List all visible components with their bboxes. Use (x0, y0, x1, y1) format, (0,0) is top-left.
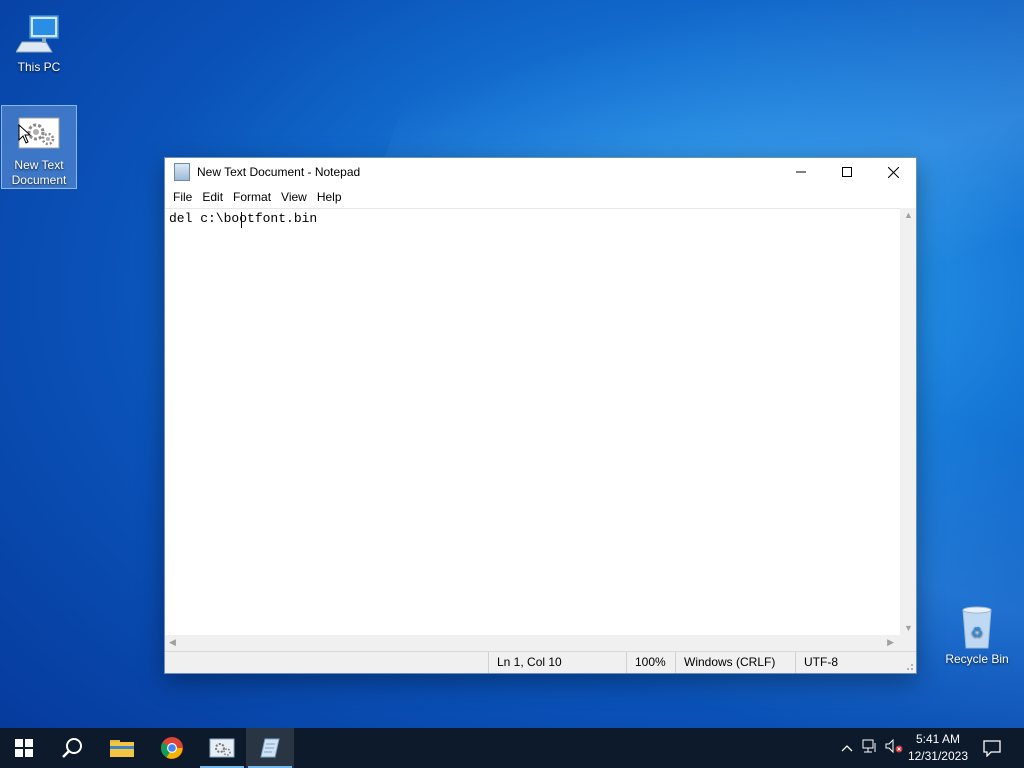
scroll-up-icon[interactable]: ▲ (904, 210, 913, 220)
title-bar[interactable]: New Text Document - Notepad (165, 158, 916, 186)
desktop-icon-label: This PC (17, 60, 61, 74)
desktop-icon-label: New Text Document (11, 158, 67, 187)
svg-text:♻: ♻ (971, 625, 984, 641)
text-editor[interactable]: del c:\bootfont.bin (165, 208, 900, 636)
taskbar-settings-app[interactable] (198, 728, 246, 768)
mouse-cursor-icon (18, 124, 32, 144)
editor-content[interactable]: del c:\bootfont.bin (169, 211, 317, 226)
start-button[interactable] (0, 728, 48, 768)
status-encoding: UTF-8 (795, 652, 904, 673)
notification-icon (983, 740, 1001, 757)
settings-app-icon (209, 738, 235, 758)
status-bar: Ln 1, Col 10 100% Windows (CRLF) UTF-8 (165, 651, 916, 673)
close-icon (887, 166, 899, 178)
search-button[interactable] (48, 728, 96, 768)
network-icon[interactable] (858, 739, 882, 758)
maximize-button[interactable] (824, 158, 870, 186)
notepad-window[interactable]: New Text Document - Notepad File Edit Fo… (164, 157, 917, 674)
recycle-bin-icon: ♻ (954, 604, 1000, 650)
scroll-down-icon[interactable]: ▼ (904, 623, 913, 633)
menu-view[interactable]: View (276, 186, 312, 208)
desktop-icon-label: Recycle Bin (945, 652, 1009, 666)
menu-format[interactable]: Format (228, 186, 276, 208)
status-line-ending: Windows (CRLF) (675, 652, 794, 673)
status-position: Ln 1, Col 10 (488, 652, 621, 673)
notepad-icon (174, 163, 190, 181)
taskbar: 5:41 AM 12/31/2023 (0, 728, 1024, 768)
scroll-right-icon[interactable]: ▶ (887, 637, 894, 648)
system-clock[interactable]: 5:41 AM 12/31/2023 (908, 731, 968, 765)
menu-bar: File Edit Format View Help (165, 186, 916, 208)
clock-time: 5:41 AM (915, 732, 960, 746)
notifications-button[interactable] (968, 728, 1016, 768)
resize-grip-icon[interactable] (904, 661, 914, 671)
window-title: New Text Document - Notepad (197, 165, 361, 179)
notepad-icon (260, 738, 280, 758)
taskbar-notepad[interactable] (246, 728, 294, 768)
desktop-icon-this-pc[interactable]: This PC (2, 8, 76, 75)
status-zoom: 100% (626, 652, 673, 673)
taskbar-file-explorer[interactable] (98, 728, 146, 768)
show-hidden-icons-chevron-up-icon[interactable] (836, 741, 858, 755)
chrome-icon (161, 737, 183, 759)
menu-file[interactable]: File (168, 186, 197, 208)
clock-date: 12/31/2023 (907, 749, 968, 763)
desktop-icon-new-text-document[interactable]: New Text Document (1, 105, 77, 189)
volume-muted-icon[interactable] (882, 738, 906, 758)
scroll-left-icon[interactable]: ◀ (169, 637, 176, 648)
maximize-icon (842, 167, 852, 177)
start-icon (15, 739, 33, 757)
minimize-button[interactable] (778, 158, 824, 186)
minimize-icon (796, 171, 806, 173)
desktop-icon-recycle-bin[interactable]: ♻ Recycle Bin (940, 600, 1014, 667)
menu-help[interactable]: Help (312, 186, 347, 208)
text-caret (241, 212, 242, 228)
vertical-scrollbar[interactable]: ▲ ▼ (900, 208, 916, 635)
close-button[interactable] (870, 158, 916, 186)
search-icon (62, 738, 82, 758)
scrollbar-corner (900, 635, 916, 651)
horizontal-scrollbar[interactable]: ◀ ▶ (165, 635, 900, 651)
menu-edit[interactable]: Edit (197, 186, 228, 208)
file-explorer-icon (110, 740, 134, 757)
computer-icon (15, 12, 62, 58)
taskbar-chrome[interactable] (148, 728, 196, 768)
